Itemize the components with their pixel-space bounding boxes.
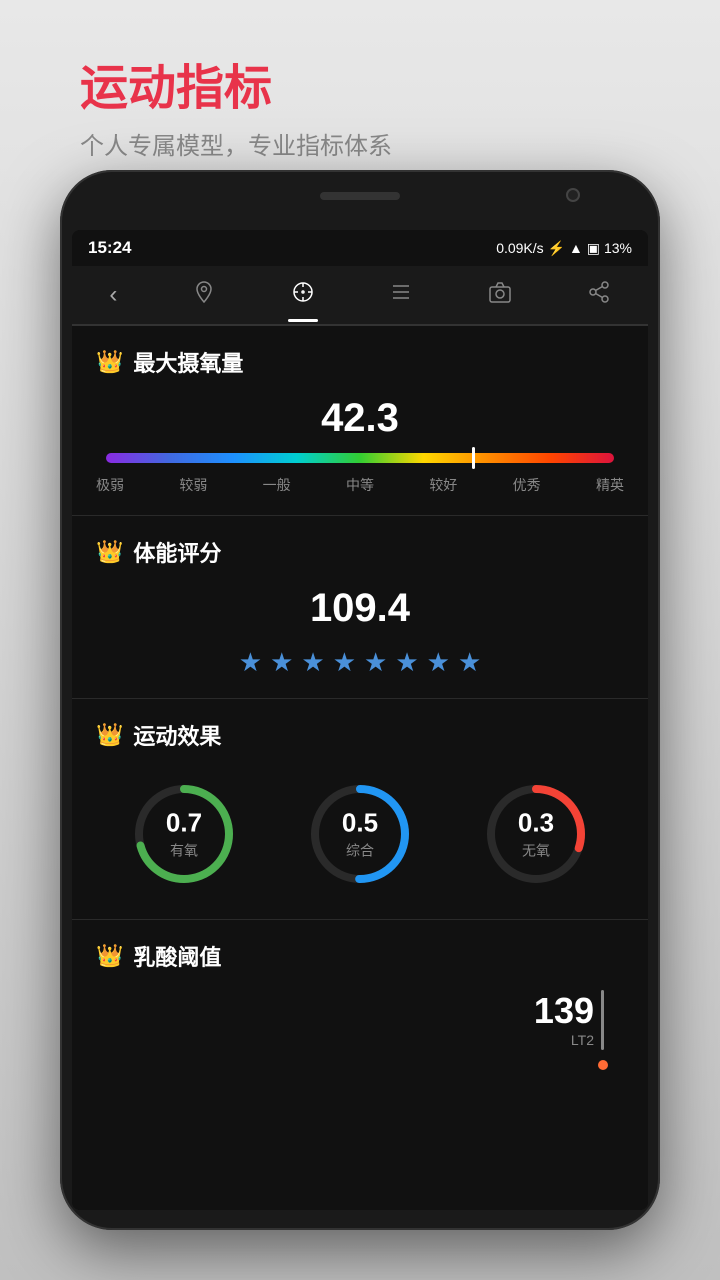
- status-battery: 13%: [604, 240, 632, 256]
- aerobic-circle-item: 0.7 有氧: [129, 779, 239, 889]
- bar-label-1: 极弱: [96, 475, 124, 495]
- bar-labels: 极弱 较弱 一般 中等 较好 优秀 精英: [96, 475, 624, 495]
- bar-label-3: 一般: [263, 475, 291, 495]
- bar-label-7: 精英: [596, 475, 624, 495]
- combined-center: 0.5 综合: [342, 808, 378, 861]
- nav-share[interactable]: [587, 280, 611, 310]
- crown-icon-lactate: 👑: [96, 943, 123, 969]
- nav-camera[interactable]: [488, 280, 512, 310]
- effect-circles: 0.7 有氧 0.5: [96, 769, 624, 899]
- anaerobic-circle-wrapper: 0.3 无氧: [481, 779, 591, 889]
- aerobic-value: 0.7: [166, 808, 202, 839]
- star-3: ★: [301, 647, 324, 678]
- page-header: 运动指标 个人专属模型，专业指标体系: [80, 60, 392, 161]
- vo2max-title-row: 👑 最大摄氧量: [96, 346, 624, 378]
- nav-back[interactable]: ‹: [109, 281, 117, 309]
- lactate-line: [601, 990, 604, 1050]
- target-icon: [291, 280, 315, 310]
- lactate-label: 乳酸阈值: [133, 940, 221, 972]
- phone-side-button: [658, 370, 660, 430]
- vo2max-label: 最大摄氧量: [133, 346, 243, 378]
- nav-bar: ‹: [72, 266, 648, 326]
- crown-icon-fitness: 👑: [96, 539, 123, 565]
- bar-label-5: 较好: [429, 475, 457, 495]
- phone-screen: 15:24 0.09K/s ⚡ ▲ ▣ 13% ‹: [72, 230, 648, 1210]
- scroll-content[interactable]: 👑 最大摄氧量 42.3 极弱 较弱 一般 中等 较好 优秀 精英: [72, 326, 648, 1210]
- rainbow-bar-container: [106, 453, 614, 463]
- nav-target[interactable]: [291, 280, 315, 310]
- combined-label: 综合: [342, 841, 378, 861]
- lactate-dot: [598, 1060, 608, 1070]
- share-icon: [587, 280, 611, 310]
- anaerobic-label: 无氧: [518, 841, 554, 861]
- exercise-effect-title-row: 👑 运动效果: [96, 719, 624, 751]
- phone-frame: 15:24 0.09K/s ⚡ ▲ ▣ 13% ‹: [60, 170, 660, 1230]
- star-6: ★: [395, 647, 418, 678]
- phone-speaker: [320, 192, 400, 200]
- vo2max-value: 42.3: [96, 396, 624, 441]
- status-network: 0.09K/s: [496, 240, 543, 256]
- status-time: 15:24: [88, 238, 131, 258]
- stars-row: ★ ★ ★ ★ ★ ★ ★ ★: [96, 647, 624, 678]
- aerobic-circle-wrapper: 0.7 有氧: [129, 779, 239, 889]
- combined-circle-wrapper: 0.5 综合: [305, 779, 415, 889]
- fitness-label: 体能评分: [133, 536, 221, 568]
- lactate-value: 139: [534, 990, 594, 1032]
- exercise-effect-label: 运动效果: [133, 719, 221, 751]
- aerobic-label: 有氧: [166, 841, 202, 861]
- anaerobic-center: 0.3 无氧: [518, 808, 554, 861]
- rainbow-bar: [106, 453, 614, 463]
- page-title: 运动指标: [80, 60, 392, 118]
- exercise-effect-section: 👑 运动效果 0.7 有氧: [72, 699, 648, 920]
- fitness-section: 👑 体能评分 109.4 ★ ★ ★ ★ ★ ★ ★ ★: [72, 516, 648, 699]
- fitness-title-row: 👑 体能评分: [96, 536, 624, 568]
- lactate-sub-label: LT2: [534, 1032, 594, 1048]
- star-2: ★: [270, 647, 293, 678]
- nav-map[interactable]: [192, 280, 216, 310]
- crown-icon-vo2max: 👑: [96, 349, 123, 375]
- lactate-chart-area: 139 LT2: [96, 990, 624, 1070]
- aerobic-center: 0.7 有氧: [166, 808, 202, 861]
- vo2max-section: 👑 最大摄氧量 42.3 极弱 较弱 一般 中等 较好 优秀 精英: [72, 326, 648, 516]
- star-5: ★: [364, 647, 387, 678]
- camera-icon: [488, 280, 512, 310]
- star-8: ★: [458, 647, 481, 678]
- combined-circle-item: 0.5 综合: [305, 779, 415, 889]
- bar-label-4: 中等: [346, 475, 374, 495]
- star-4: ★: [333, 647, 356, 678]
- map-icon: [192, 280, 216, 310]
- list-icon: [389, 280, 413, 310]
- status-bar: 15:24 0.09K/s ⚡ ▲ ▣ 13%: [72, 230, 648, 266]
- bar-label-2: 较弱: [179, 475, 207, 495]
- rainbow-marker: [472, 447, 475, 469]
- page-subtitle: 个人专属模型，专业指标体系: [80, 126, 392, 161]
- crown-icon-exercise: 👑: [96, 722, 123, 748]
- status-right: 0.09K/s ⚡ ▲ ▣ 13%: [496, 240, 632, 257]
- star-1: ★: [239, 647, 262, 678]
- nav-list[interactable]: [389, 280, 413, 310]
- combined-value: 0.5: [342, 808, 378, 839]
- lactate-section: 👑 乳酸阈值 139 LT2: [72, 920, 648, 1100]
- star-7: ★: [427, 647, 450, 678]
- fitness-value: 109.4: [96, 586, 624, 631]
- bar-label-6: 优秀: [513, 475, 541, 495]
- anaerobic-circle-item: 0.3 无氧: [481, 779, 591, 889]
- anaerobic-value: 0.3: [518, 808, 554, 839]
- lactate-title-row: 👑 乳酸阈值: [96, 940, 624, 972]
- phone-camera: [566, 188, 580, 202]
- status-icons: ⚡ ▲ ▣: [548, 240, 600, 257]
- back-icon: ‹: [109, 281, 117, 309]
- lactate-value-block: 139 LT2: [534, 990, 594, 1070]
